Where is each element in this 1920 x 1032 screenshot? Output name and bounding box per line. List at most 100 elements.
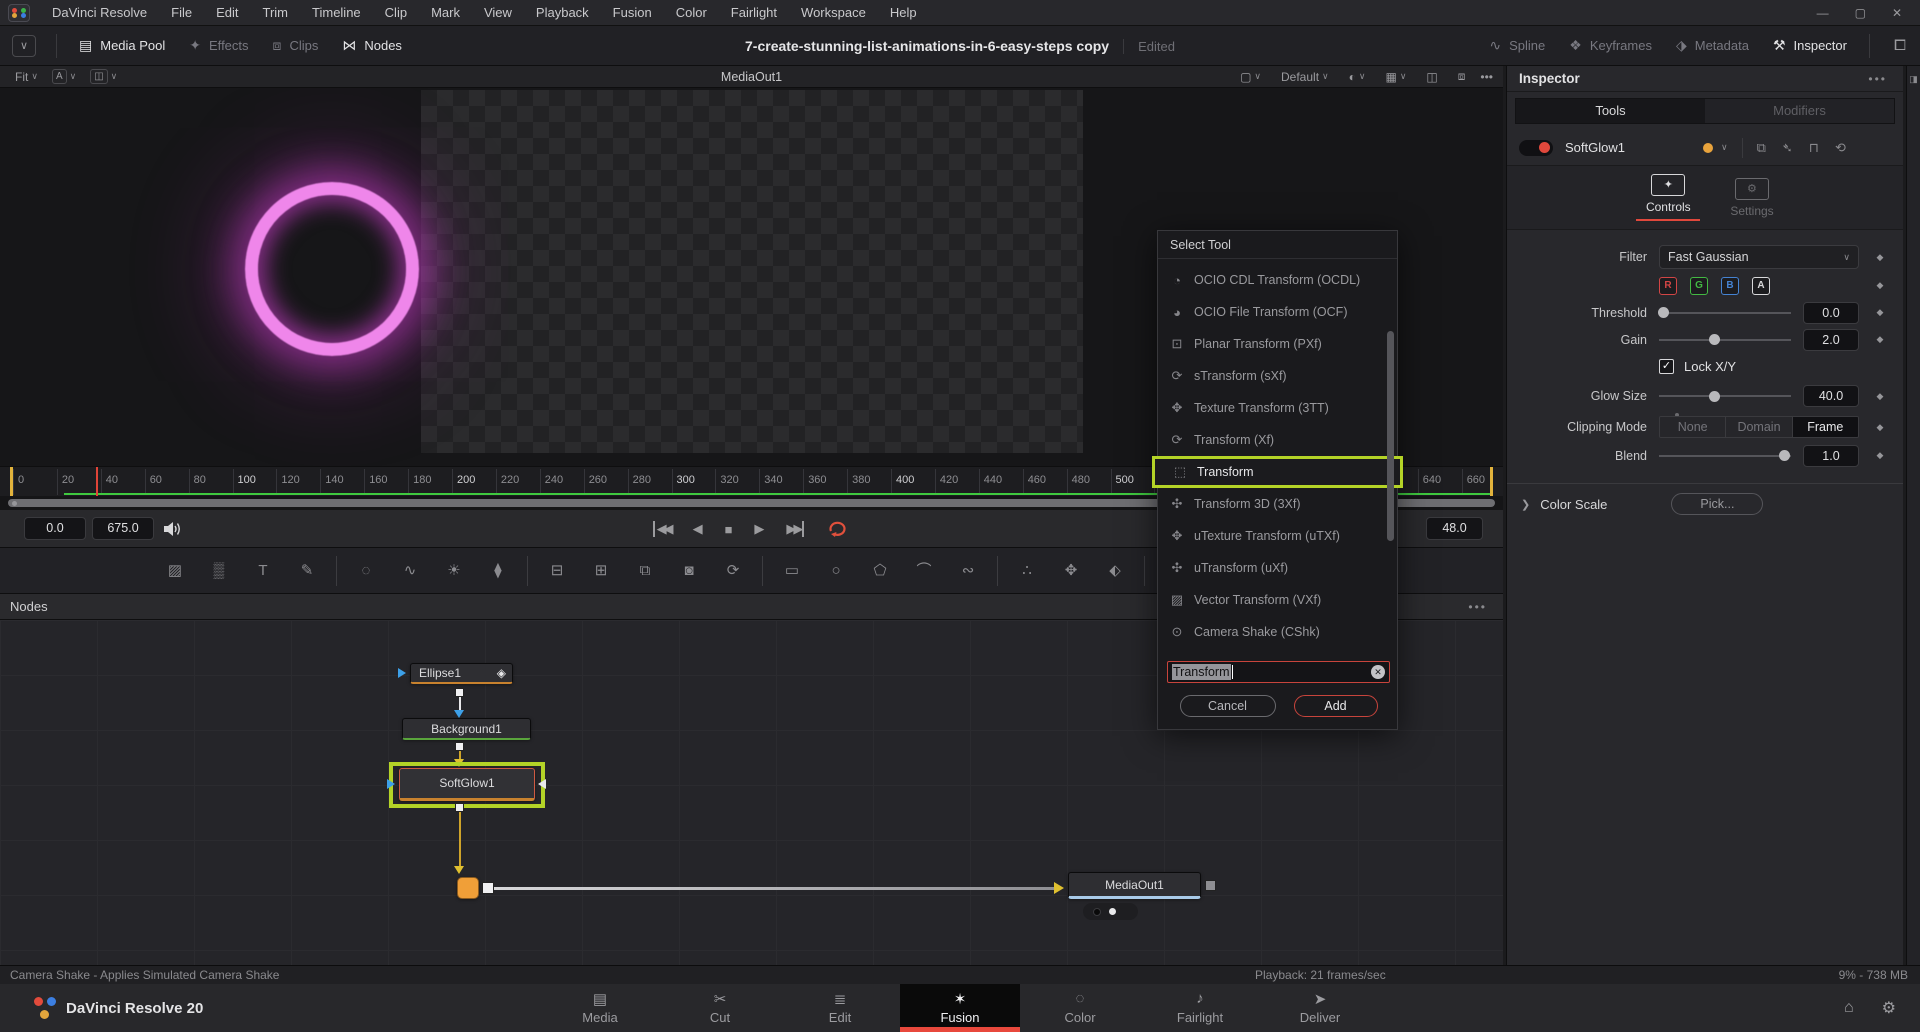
reset-icon[interactable]: ⟲	[1835, 140, 1846, 156]
clipping-mode-option[interactable]: None	[1660, 417, 1726, 437]
viewer1-dot[interactable]	[1093, 908, 1101, 916]
menu-item[interactable]: Workspace	[789, 5, 878, 20]
current-frame-field[interactable]: 48.0	[1426, 517, 1483, 540]
tool-list-item[interactable]: ✣ uTransform (uXf)	[1158, 552, 1397, 584]
menu-item[interactable]: Trim	[251, 5, 301, 20]
channel-button[interactable]: R	[1659, 277, 1677, 295]
loop-button[interactable]	[826, 520, 850, 538]
tab-tools[interactable]: Tools	[1516, 99, 1705, 123]
menu-item[interactable]: Timeline	[300, 5, 373, 20]
range-end-marker[interactable]	[1490, 467, 1493, 496]
toolbar-left-button[interactable]: ⧈Clips	[261, 26, 331, 66]
fusion-tool-icon[interactable]: ∾	[953, 559, 983, 583]
tool-list-item[interactable]: ⟳ sTransform (sXf)	[1158, 360, 1397, 392]
play-button[interactable]: ▶	[754, 521, 764, 537]
page-nav-button[interactable]: ▤ Media	[540, 984, 660, 1032]
ellipse-output-connector[interactable]	[455, 688, 464, 697]
gain-gamma-button[interactable]: A ∨	[47, 69, 81, 84]
fusion-tool-icon[interactable]: ⬠	[865, 559, 895, 583]
inspector-options-menu[interactable]: •••	[1868, 72, 1903, 86]
viewer2-dot[interactable]	[1109, 908, 1116, 915]
fusion-tool-icon[interactable]: ▭	[777, 559, 807, 583]
keyframe-diamond-icon[interactable]: ◆	[1859, 252, 1901, 263]
playhead[interactable]	[96, 467, 98, 496]
fusion-tool-icon[interactable]: ✎	[292, 559, 322, 583]
keyframe-diamond-icon[interactable]: ◆	[1859, 280, 1901, 291]
tab-settings[interactable]: ⚙ Settings	[1730, 178, 1773, 218]
fusion-tool-icon[interactable]: ∿	[395, 559, 425, 583]
fusion-tool-icon[interactable]: ⧉	[630, 559, 660, 583]
node-color-chevron[interactable]: ∨	[1721, 142, 1728, 153]
node-mediaout1[interactable]: MediaOut1	[1068, 872, 1201, 899]
menu-item[interactable]: DaVinci Resolve	[40, 5, 159, 20]
menu-item[interactable]: Fairlight	[719, 5, 789, 20]
node-background1[interactable]: Background1	[402, 718, 531, 740]
channel-button[interactable]: A	[1752, 277, 1770, 295]
color-scale-expand-chevron[interactable]: ❯	[1521, 498, 1530, 511]
fusion-tool-icon[interactable]: T	[248, 559, 278, 583]
goto-end-button[interactable]: ▶▶	[786, 521, 804, 537]
tool-list-item[interactable]: ◕ OCIO File Transform (OCF)	[1158, 296, 1397, 328]
lock-icon[interactable]: ⊓	[1809, 140, 1819, 156]
color-viewer-button[interactable]: ◐ ∨	[1344, 70, 1371, 84]
glow-size-value[interactable]: 40.0	[1803, 385, 1859, 407]
menu-item[interactable]: View	[472, 5, 524, 20]
menu-item[interactable]: Mark	[419, 5, 472, 20]
node-transform-collapsed[interactable]	[457, 877, 479, 899]
clipping-mode-option[interactable]: Domain	[1726, 417, 1792, 437]
ellipse-input-arrow[interactable]	[398, 668, 406, 678]
viewer-options-menu[interactable]: •••	[1480, 70, 1493, 84]
toolbar-right-button[interactable]: ⬗Metadata	[1664, 26, 1761, 66]
clipping-mode-option[interactable]: Frame	[1793, 417, 1858, 437]
viewer-assign-indicator[interactable]	[1083, 903, 1138, 920]
toolbar-right-button[interactable]: ❖Keyframes	[1557, 26, 1664, 66]
fusion-tool-icon[interactable]: ⌒	[909, 559, 939, 583]
keyframe-diamond-icon[interactable]: ◆	[1859, 334, 1901, 345]
settings-gear-icon[interactable]: ⚙	[1882, 998, 1896, 1018]
keyframe-diamond-icon[interactable]: ◆	[1859, 391, 1901, 402]
fusion-tool-icon[interactable]: ☀	[439, 559, 469, 583]
menu-item[interactable]: File	[159, 5, 204, 20]
keyframe-diamond-icon[interactable]: ◆	[1859, 422, 1901, 433]
maximize-button[interactable]: ▢	[1855, 6, 1866, 20]
keyframe-diamond-icon[interactable]: ◆	[1859, 307, 1901, 318]
glow-size-slider[interactable]	[1659, 395, 1791, 397]
tab-modifiers[interactable]: Modifiers	[1705, 99, 1894, 123]
menu-item[interactable]: Edit	[204, 5, 250, 20]
toolbar-left-button[interactable]: ▤Media Pool	[67, 26, 177, 66]
channel-button[interactable]: G	[1690, 277, 1708, 295]
nodes-options-menu[interactable]: •••	[1468, 600, 1503, 614]
filter-dropdown[interactable]: Fast Gaussian∨	[1659, 245, 1859, 269]
fusion-tool-icon[interactable]: ⊞	[586, 559, 616, 583]
transform-output-connector[interactable]	[482, 882, 494, 894]
tool-search-input[interactable]: Transform ✕	[1167, 661, 1390, 683]
clear-search-icon[interactable]: ✕	[1371, 665, 1385, 679]
fusion-tool-icon[interactable]: ⊟	[542, 559, 572, 583]
fusion-tool-icon[interactable]: ○	[821, 559, 851, 583]
gain-value[interactable]: 2.0	[1803, 329, 1859, 351]
keyframe-diamond-icon[interactable]: ◆	[1859, 450, 1901, 461]
toolbar-right-button[interactable]: ∿Spline	[1477, 26, 1557, 66]
threshold-value[interactable]: 0.0	[1803, 302, 1859, 324]
tool-list-item[interactable]: ✥ uTexture Transform (uTXf)	[1158, 520, 1397, 552]
softglow-mask-input-arrow[interactable]	[538, 779, 546, 789]
tool-list-item[interactable]: ⬚ Transform	[1152, 456, 1403, 488]
goto-start-button[interactable]: ◀◀	[653, 521, 671, 537]
fusion-tool-icon[interactable]: ▨	[160, 559, 190, 583]
add-button[interactable]: Add	[1294, 695, 1378, 717]
softglow-output-connector[interactable]	[455, 803, 464, 812]
tool-list-item[interactable]: ⊙ Camera Shake (CShk)	[1158, 616, 1397, 648]
node-ellipse1[interactable]: Ellipse1◈	[410, 663, 513, 684]
dual-screen-icon[interactable]: ⧠	[1880, 37, 1920, 54]
roi-button[interactable]: ◫ ∨	[85, 69, 122, 84]
fusion-tool-icon[interactable]: ◌	[351, 559, 381, 583]
fusion-tool-icon[interactable]: ⬖	[1100, 559, 1130, 583]
tool-list-item[interactable]: ✣ Transform 3D (3Xf)	[1158, 488, 1397, 520]
menu-item[interactable]: Color	[664, 5, 719, 20]
page-nav-button[interactable]: ≣ Edit	[780, 984, 900, 1032]
softglow-glow-input-arrow[interactable]	[387, 779, 395, 789]
page-nav-button[interactable]: ➤ Deliver	[1260, 984, 1380, 1032]
toolbar-left-button[interactable]: ✦Effects	[177, 26, 260, 66]
channel-button[interactable]: B	[1721, 277, 1739, 295]
tab-controls[interactable]: ✦ Controls	[1636, 174, 1700, 222]
